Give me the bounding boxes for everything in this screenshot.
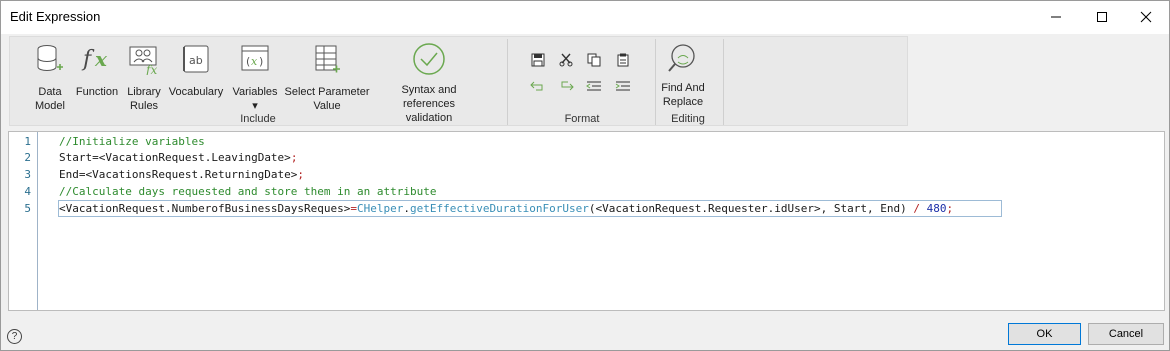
dialog-title: Edit Expression (10, 9, 101, 24)
vocabulary-icon: ab (178, 41, 214, 77)
syntax-validation-button[interactable]: Syntax and references validation (374, 41, 484, 125)
code-token: / (913, 202, 920, 215)
syntax-validation-label: Syntax and references validation (401, 84, 457, 124)
library-rules-label: Library Rules (127, 86, 161, 112)
variables-icon: ( x ) (237, 41, 273, 77)
help-icon[interactable]: ? (7, 329, 22, 344)
close-icon (1140, 11, 1152, 23)
close-button[interactable] (1123, 1, 1169, 33)
find-and-replace-label: Find And Replace (661, 82, 705, 108)
data-model-label: Data Model (35, 86, 65, 112)
code-token: //Calculate days requested and store the… (59, 185, 437, 198)
copy-icon[interactable] (584, 51, 604, 69)
ribbon-separator (723, 39, 724, 125)
code-token: <VacationRequest.LeavingDate> (98, 151, 291, 164)
svg-text:fx: fx (145, 63, 157, 75)
svg-text:ab: ab (189, 54, 203, 67)
include-group-label: Include (240, 113, 276, 125)
line-number: 1 (24, 135, 31, 148)
code-token: <VacationRequest.Requester.idUser> (595, 202, 821, 215)
code-token: ; (297, 168, 305, 181)
cut-icon[interactable] (556, 51, 576, 69)
paste-icon[interactable] (613, 51, 633, 69)
maximize-icon (1097, 12, 1107, 22)
function-label: Function (75, 86, 119, 98)
minimize-button[interactable] (1033, 1, 1079, 33)
redo-icon[interactable] (556, 77, 576, 95)
expression-editor[interactable]: 1 2 3 4 5 //Initialize variables Start=<V… (8, 131, 1165, 311)
code-token: 480 (919, 202, 947, 215)
code-line[interactable]: Start=<VacationRequest.LeavingDate>; (59, 150, 297, 166)
cancel-button[interactable]: Cancel (1088, 323, 1164, 345)
code-token: End= (59, 168, 86, 181)
select-parameter-icon (309, 41, 345, 77)
svg-text:x: x (94, 47, 108, 71)
code-token: getEffectiveDurationForUser (410, 202, 589, 215)
find-replace-icon (665, 41, 701, 77)
line-number-gutter: 1 2 3 4 5 (9, 132, 38, 310)
validation-check-icon (411, 41, 447, 77)
vocabulary-button[interactable]: ab Vocabulary (166, 41, 226, 99)
code-token: CHelper (357, 202, 404, 215)
select-parameter-value-button[interactable]: Select Parameter Value (282, 41, 372, 113)
code-line[interactable]: End=<VacationsRequest.ReturningDate>; (59, 167, 304, 183)
code-line[interactable]: //Calculate days requested and store the… (59, 184, 437, 200)
find-and-replace-button[interactable]: Find And Replace (658, 41, 708, 109)
ok-button[interactable]: OK (1008, 323, 1081, 345)
svg-text:f: f (81, 47, 95, 72)
svg-text:(: ( (246, 55, 250, 68)
code-line[interactable]: //Initialize variables (59, 134, 205, 150)
function-icon: f x (79, 41, 115, 77)
line-number: 4 (24, 185, 31, 198)
code-token: ; (290, 151, 298, 164)
svg-text:): ) (259, 55, 263, 68)
select-parameter-label: Select Parameter Value (284, 86, 370, 112)
minimize-icon (1051, 16, 1061, 18)
code-token: <VacationRequest.NumberofBusinessDaysReq… (59, 202, 351, 215)
ribbon-separator (507, 39, 508, 125)
code-token: ; (946, 202, 954, 215)
svg-text:x: x (251, 55, 258, 68)
line-number: 3 (24, 168, 31, 181)
ribbon-toolbar: Data Model f x Function fx Library Rules… (9, 36, 908, 126)
editing-group-label: Editing (671, 113, 705, 125)
code-line[interactable]: <VacationRequest.NumberofBusinessDaysReq… (59, 201, 953, 217)
format-group-label: Format (564, 113, 600, 125)
line-number: 2 (24, 151, 31, 164)
code-token: Start= (59, 151, 99, 164)
title-bar: Edit Expression (1, 1, 1169, 34)
code-token: , Start, End) (820, 202, 914, 215)
function-button[interactable]: f x Function (72, 41, 122, 99)
undo-icon[interactable] (528, 77, 548, 95)
variables-label: Variables ▾ (232, 86, 278, 112)
variables-dropdown-button[interactable]: ( x ) Variables ▾ (230, 41, 280, 113)
library-rules-icon: fx (126, 41, 162, 77)
ribbon-separator (655, 39, 656, 125)
maximize-button[interactable] (1079, 1, 1125, 33)
data-model-button[interactable]: Data Model (28, 41, 72, 113)
data-model-icon (32, 41, 68, 77)
line-number: 5 (24, 202, 31, 215)
code-token: <VacationsRequest.ReturningDate> (85, 168, 298, 181)
outdent-icon[interactable] (584, 77, 604, 95)
indent-icon[interactable] (613, 77, 633, 95)
library-rules-button[interactable]: fx Library Rules (122, 41, 166, 113)
code-token: //Initialize variables (59, 135, 205, 148)
vocabulary-label: Vocabulary (168, 86, 224, 98)
edit-expression-dialog: Edit Expression Data Model f x Function … (0, 0, 1170, 351)
save-icon[interactable] (528, 51, 548, 69)
